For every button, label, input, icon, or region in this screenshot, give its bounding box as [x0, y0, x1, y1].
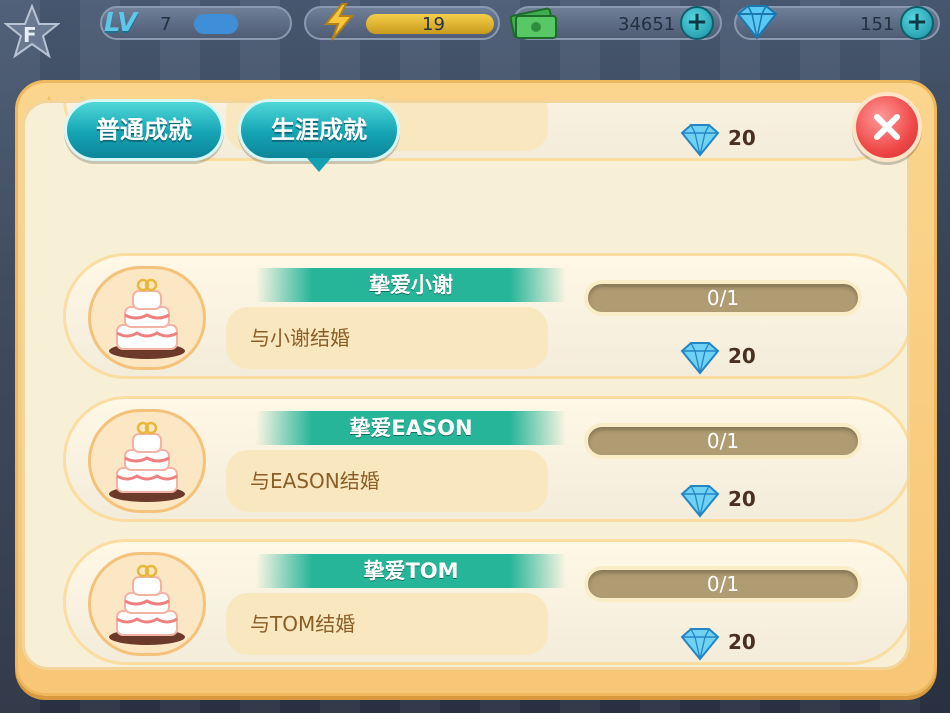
achievement-title: 挚爱TOM	[256, 554, 566, 588]
level-badge: LV	[104, 8, 138, 38]
diamond-icon	[736, 5, 778, 40]
level-value: 7	[160, 14, 172, 35]
money-value: 34651	[618, 14, 676, 35]
reward-amount: 20	[728, 126, 756, 150]
lightning-icon	[323, 3, 355, 41]
achievement-list[interactable]: 与OD结婚 20 挚爱小谢 与小谢结婚 0/1	[22, 100, 910, 670]
wedding-cake-icon	[109, 564, 185, 645]
achievement-title: 挚爱EASON	[256, 411, 566, 445]
diamond-icon	[680, 342, 720, 375]
tab-career-achievements[interactable]: 生涯成就	[238, 99, 400, 172]
achievement-progress: 0/1	[584, 423, 862, 459]
reward-amount: 20	[728, 344, 756, 368]
achievement-title: 挚爱小谢	[256, 268, 566, 302]
f-star-logo-icon: F	[4, 4, 60, 59]
close-icon	[874, 114, 900, 140]
diamond-icon	[680, 124, 720, 157]
cash-icon	[509, 7, 557, 39]
wedding-cake-icon	[109, 278, 185, 359]
top-resource-bar: F 7 LV 19 34651 + 151 +	[0, 0, 950, 59]
tab-normal-achievements[interactable]: 普通成就	[64, 99, 224, 161]
diamond-icon	[680, 628, 720, 661]
wedding-cake-icon	[109, 421, 185, 502]
close-button[interactable]	[852, 92, 922, 162]
svg-text:F: F	[23, 23, 37, 47]
cake-frame	[88, 409, 206, 513]
cake-frame	[88, 266, 206, 370]
add-money-button[interactable]: +	[680, 6, 714, 40]
diamond-icon	[680, 485, 720, 518]
achievement-row: 挚爱EASON 与EASON结婚 0/1 20	[63, 396, 907, 522]
achievement-progress: 0/1	[584, 566, 862, 602]
achievement-description: 与TOM结婚	[226, 593, 548, 655]
level-progress-fill	[194, 14, 238, 34]
achievement-row: 挚爱小谢 与小谢结婚 0/1 20	[63, 253, 907, 379]
energy-value: 19	[422, 14, 445, 35]
achievement-description: 与EASON结婚	[226, 450, 548, 512]
gem-value: 151	[860, 14, 895, 35]
add-gem-button[interactable]: +	[900, 6, 934, 40]
reward-amount: 20	[728, 487, 756, 511]
achievement-description: 与小谢结婚	[226, 307, 548, 369]
cake-frame	[88, 552, 206, 656]
reward-amount: 20	[728, 630, 756, 654]
achievement-progress: 0/1	[584, 280, 862, 316]
achievement-row: 挚爱TOM 与TOM结婚 0/1 20	[63, 539, 907, 665]
